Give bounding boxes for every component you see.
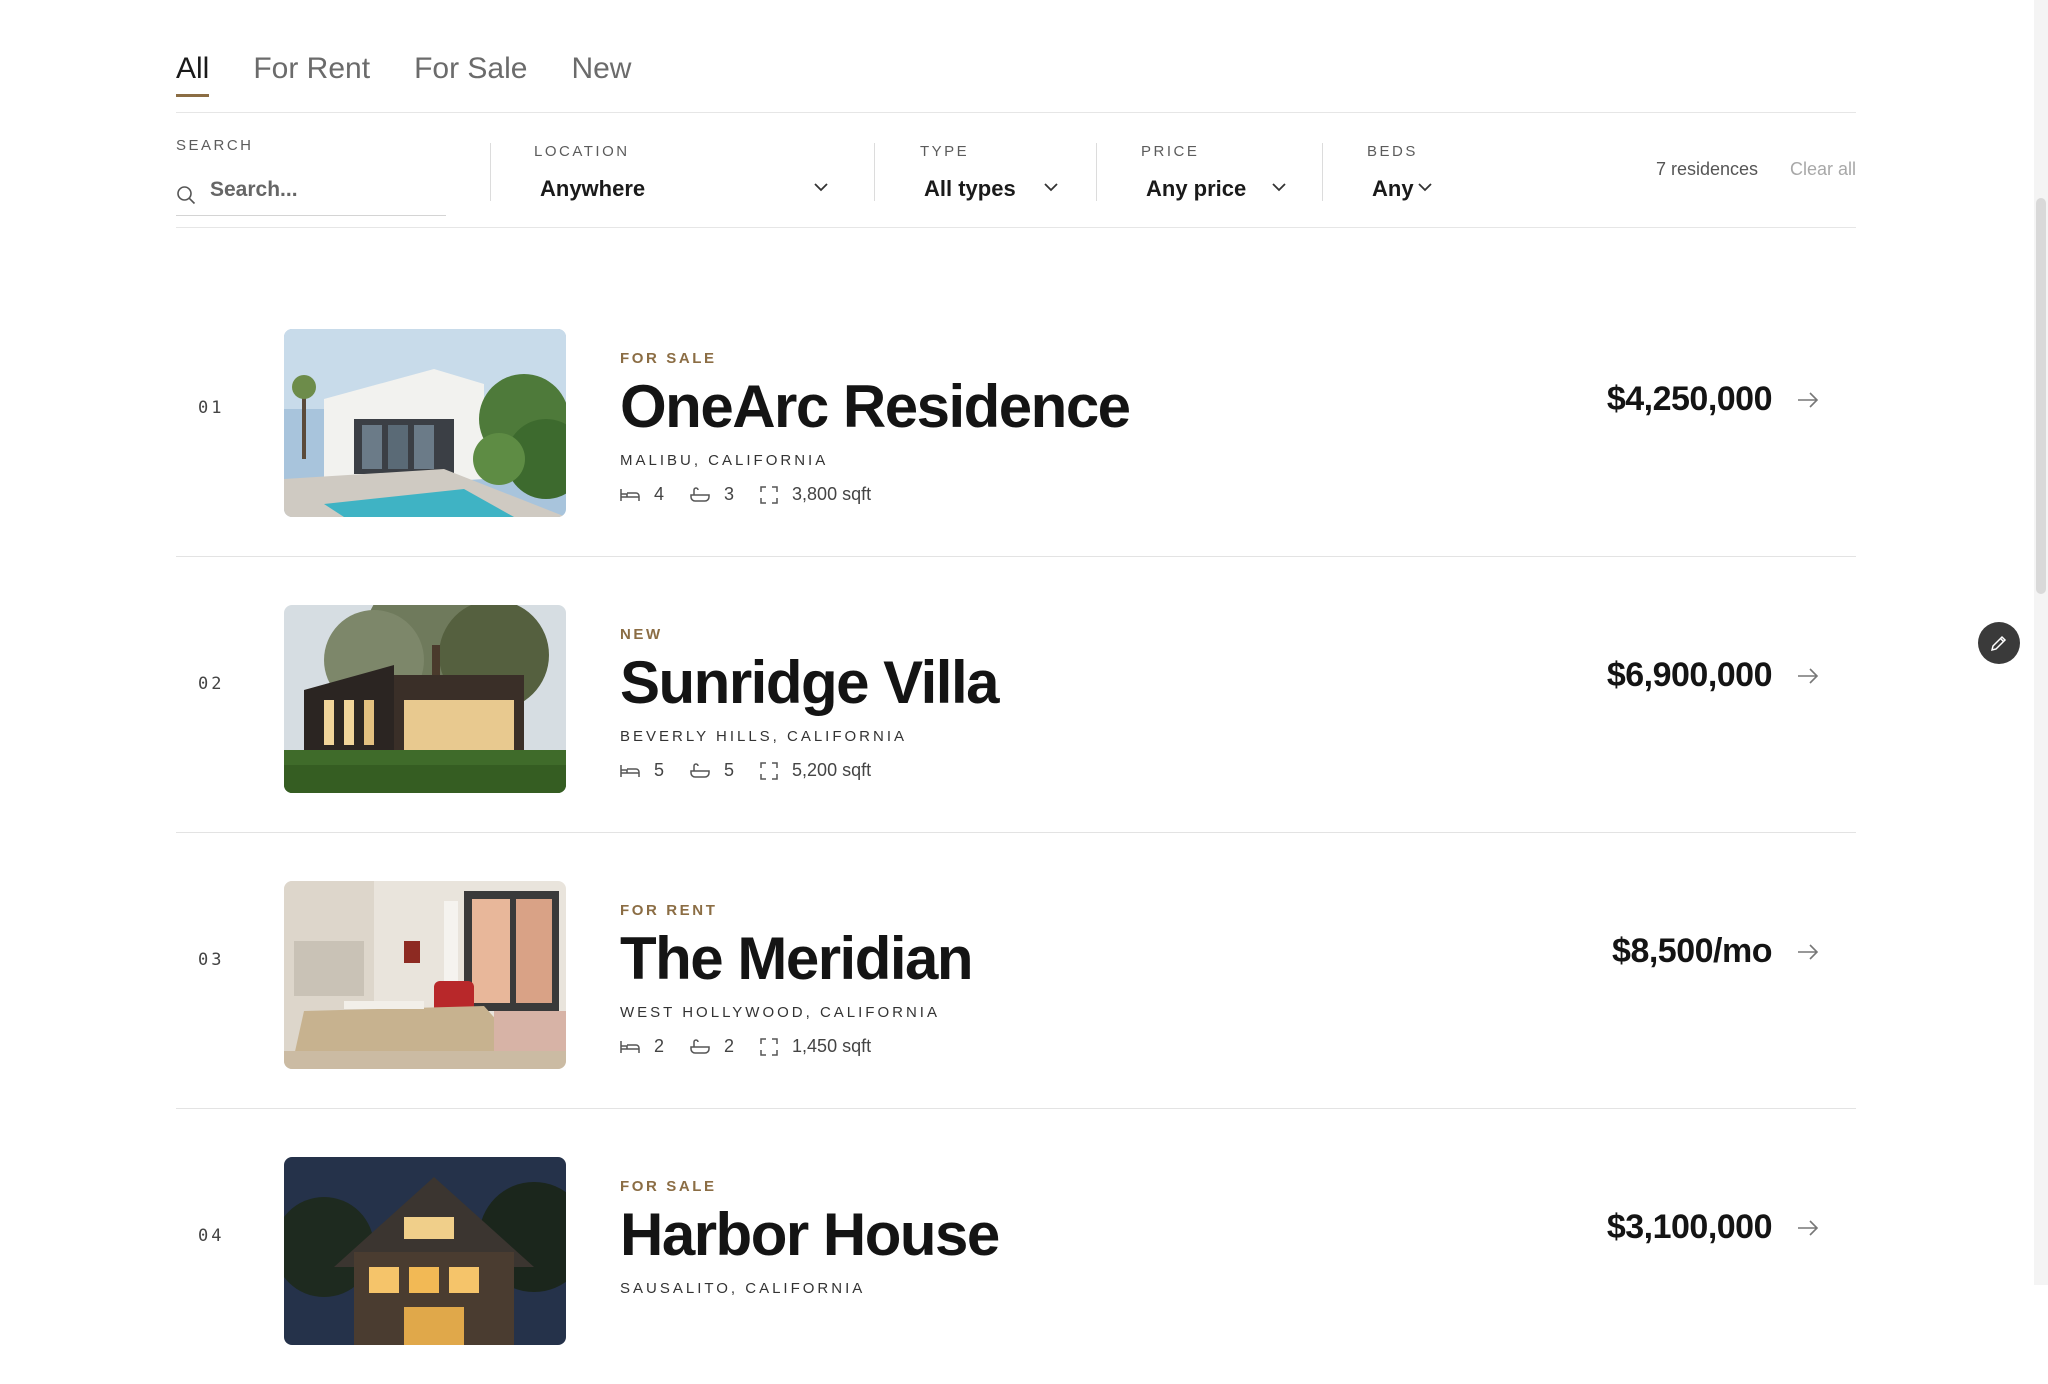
divider <box>874 143 875 201</box>
type-select[interactable]: All types <box>924 171 1060 207</box>
baths-count: 3 <box>724 484 735 504</box>
divider <box>1096 143 1097 201</box>
beds-value: Any <box>1372 176 1414 201</box>
page-content: All For Rent For Sale New SEARCH LOCATIO… <box>176 0 1856 1345</box>
result-count: 7 residences <box>1655 159 1758 179</box>
bed-icon <box>620 1040 640 1053</box>
area-icon <box>760 761 778 780</box>
listing-title[interactable]: OneArc Residence <box>620 372 1131 441</box>
listing-specs: 5 5 5,200 sqft <box>620 760 897 781</box>
chevron-down-icon <box>1044 183 1058 192</box>
search-input[interactable] <box>208 177 442 203</box>
arrow-right-icon[interactable] <box>1796 940 1820 964</box>
listing-status: FOR SALE <box>620 350 717 367</box>
listing-price: $8,500/mo <box>1612 932 1772 970</box>
price-label: PRICE <box>1141 143 1200 160</box>
arrow-right-icon[interactable] <box>1796 1216 1820 1240</box>
listing-price: $4,250,000 <box>1606 380 1773 418</box>
listing-price: $3,100,000 <box>1606 1208 1773 1246</box>
tab-for-rent[interactable]: For Rent <box>253 0 370 110</box>
listing-row[interactable]: 04 FOR SALE Harbor House SAUSALITO, CALI… <box>176 1108 1856 1384</box>
listing-photo[interactable] <box>284 881 566 1069</box>
beds-label: BEDS <box>1367 143 1418 160</box>
listing-title[interactable]: Harbor House <box>620 1200 1000 1269</box>
listing-number: 01 <box>198 398 225 418</box>
clear-all-button[interactable]: Clear all <box>1790 159 1856 180</box>
listing-specs: 2 2 1,450 sqft <box>620 1036 897 1057</box>
listing-number: 03 <box>198 950 225 970</box>
search-icon <box>177 186 196 205</box>
listing-number: 02 <box>198 674 225 694</box>
listing-location: WEST HOLLYWOOD, CALIFORNIA <box>620 1004 940 1021</box>
beds-count: 5 <box>654 760 665 780</box>
tab-all[interactable]: All <box>176 0 210 110</box>
listing-row[interactable]: 02 NEW Sunridge Villa BEVERLY HILLS, CAL… <box>176 556 1856 833</box>
bed-icon <box>620 764 640 777</box>
scrollbar-thumb[interactable] <box>2036 198 2046 594</box>
arrow-right-icon[interactable] <box>1796 388 1820 412</box>
listing-number: 04 <box>198 1226 225 1246</box>
bed-icon <box>620 488 640 501</box>
listing-photo[interactable] <box>284 1157 566 1345</box>
beds-select[interactable]: Any <box>1372 171 1434 207</box>
tab-for-sale[interactable]: For Sale <box>414 0 527 110</box>
area-size: 3,800 sqft <box>792 484 872 504</box>
bath-icon <box>690 762 710 778</box>
listing-price: $6,900,000 <box>1606 656 1773 694</box>
area-icon <box>760 1037 778 1056</box>
listing-status: NEW <box>620 626 663 643</box>
listing-location: SAUSALITO, CALIFORNIA <box>620 1280 866 1297</box>
bath-icon <box>690 486 710 502</box>
search-field[interactable] <box>176 171 446 216</box>
beds-count: 4 <box>654 484 665 504</box>
divider <box>490 143 491 201</box>
location-label: LOCATION <box>534 143 630 160</box>
location-select[interactable]: Anywhere <box>540 171 830 207</box>
edit-button[interactable] <box>1978 622 2020 664</box>
tab-new[interactable]: New <box>571 0 631 110</box>
scrollbar-track[interactable] <box>2034 0 2048 1285</box>
listing-location: BEVERLY HILLS, CALIFORNIA <box>620 728 908 745</box>
area-icon <box>760 485 778 504</box>
filter-tabs: All For Rent For Sale New <box>176 0 1856 113</box>
beds-count: 2 <box>654 1036 665 1056</box>
listing-title[interactable]: Sunridge Villa <box>620 648 1000 717</box>
listing-status: FOR RENT <box>620 902 718 919</box>
listing-photo[interactable] <box>284 329 566 517</box>
divider <box>1322 143 1323 201</box>
listing-row[interactable]: 01 FOR SALE OneArc Residence MALIBU, CAL… <box>176 280 1856 557</box>
search-label: SEARCH <box>176 137 254 154</box>
chevron-down-icon <box>1272 183 1286 192</box>
price-select[interactable]: Any price <box>1146 171 1288 207</box>
chevron-down-icon <box>1418 183 1432 192</box>
filter-bar: SEARCH LOCATION Anywhere TYPE All types … <box>176 113 1856 228</box>
price-value: Any price <box>1146 176 1247 201</box>
baths-count: 2 <box>724 1036 735 1056</box>
listing-title[interactable]: The Meridian <box>620 924 974 993</box>
baths-count: 5 <box>724 760 735 780</box>
listing-specs: 4 3 3,800 sqft <box>620 484 897 505</box>
listing-location: MALIBU, CALIFORNIA <box>620 452 829 469</box>
type-label: TYPE <box>920 143 970 160</box>
listing-status: FOR SALE <box>620 1178 717 1195</box>
arrow-right-icon[interactable] <box>1796 664 1820 688</box>
type-value: All types <box>924 176 1016 201</box>
location-value: Anywhere <box>540 176 646 201</box>
bath-icon <box>690 1038 710 1054</box>
chevron-down-icon <box>814 183 828 192</box>
area-size: 1,450 sqft <box>792 1036 872 1056</box>
area-size: 5,200 sqft <box>792 760 872 780</box>
listing-photo[interactable] <box>284 605 566 793</box>
listing-row[interactable]: 03 FOR RENT The Meridian WEST HOLLYWOOD,… <box>176 832 1856 1109</box>
pencil-icon <box>1990 635 2007 652</box>
